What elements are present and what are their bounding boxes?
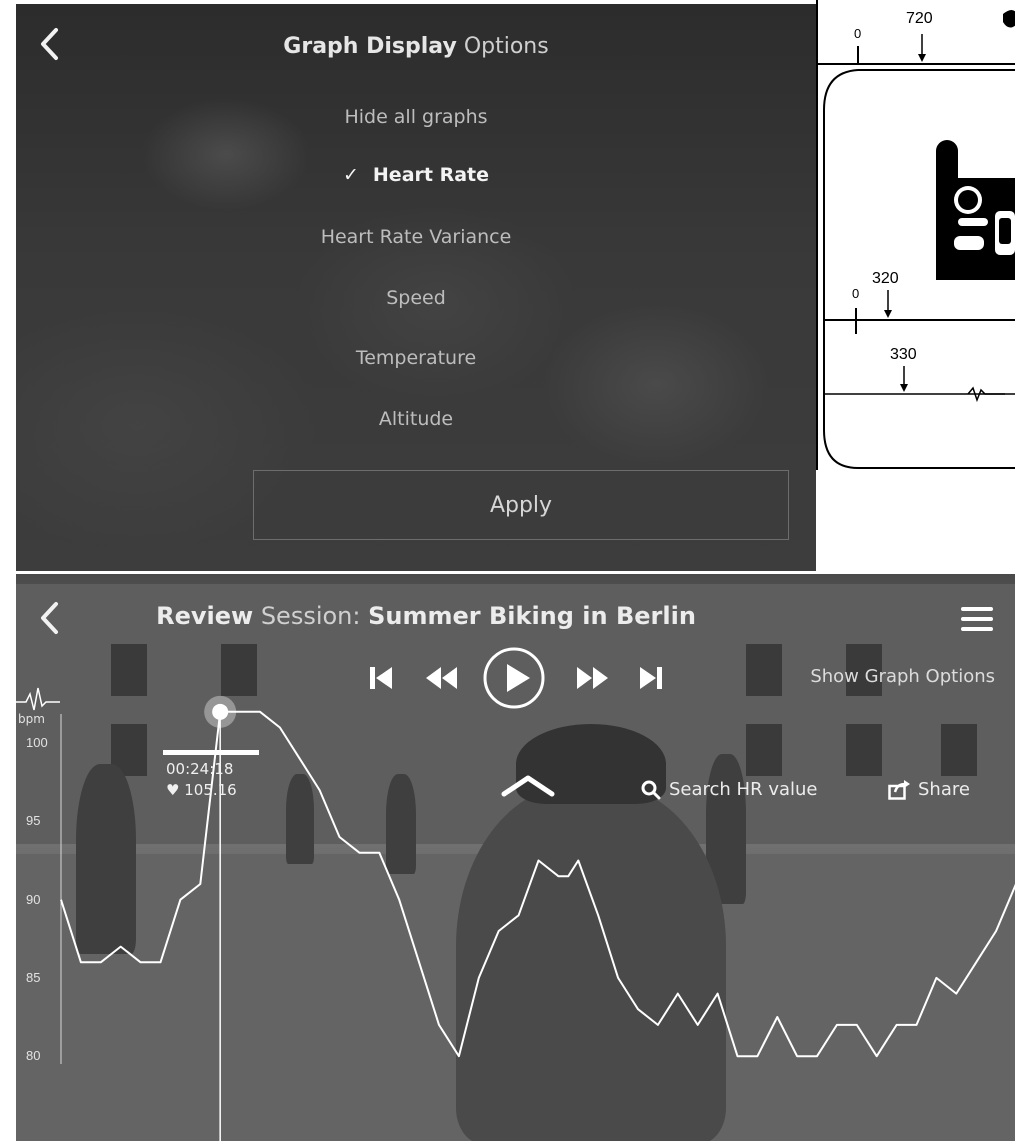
- apply-button[interactable]: Apply: [253, 470, 789, 540]
- option-hide-all-graphs[interactable]: Hide all graphs: [16, 106, 816, 128]
- heart-rate-chart[interactable]: [16, 574, 1015, 1141]
- share-label: Share: [918, 779, 970, 800]
- option-altitude[interactable]: Altitude: [16, 408, 816, 430]
- option-label: Hide all graphs: [344, 106, 488, 128]
- option-label: Heart Rate: [372, 164, 490, 186]
- option-label: Heart Rate Variance: [320, 226, 512, 248]
- ref-720: 720: [906, 10, 933, 27]
- ref-330: 330: [890, 346, 917, 363]
- figure-drawing: [818, 10, 1015, 469]
- ref-720-zero: 0: [854, 26, 862, 41]
- chevron-up-icon: [501, 775, 555, 797]
- graph-display-options-panel: Graph Display Options Hide all graphs ✓ H…: [16, 4, 816, 571]
- review-session-panel: Review Session: Summer Biking in Berlin: [16, 574, 1015, 1141]
- time-readout: 00:24:18: [166, 760, 234, 778]
- option-heart-rate[interactable]: ✓ Heart Rate: [16, 164, 816, 186]
- search-icon: [641, 780, 661, 799]
- ref-320: 320: [872, 270, 899, 287]
- heart-rate-readout: ♥ 105.16: [166, 781, 237, 799]
- title-bold: Graph Display: [283, 34, 457, 59]
- cursor-point[interactable]: [212, 703, 229, 720]
- option-speed[interactable]: Speed: [16, 287, 816, 309]
- check-icon: ✓: [342, 164, 359, 186]
- search-hr-button[interactable]: Search HR value: [641, 779, 818, 800]
- heart-rate-value: 105.16: [184, 781, 237, 799]
- option-label: Temperature: [355, 347, 477, 369]
- page-title: Graph Display Options: [16, 34, 816, 59]
- search-hr-label: Search HR value: [669, 779, 818, 800]
- option-heart-rate-variance[interactable]: Heart Rate Variance: [16, 226, 816, 248]
- patent-figure-fragment: 0 720 0 320 330: [816, 0, 1015, 470]
- heart-icon: ♥: [166, 781, 180, 799]
- scrub-position-bar[interactable]: [163, 750, 259, 755]
- option-temperature[interactable]: Temperature: [16, 347, 816, 369]
- ref-320-zero: 0: [852, 286, 860, 301]
- option-label: Altitude: [378, 408, 454, 430]
- option-label: Speed: [386, 287, 446, 309]
- expand-button[interactable]: [498, 770, 558, 804]
- share-icon: [888, 779, 910, 800]
- share-button[interactable]: Share: [888, 779, 970, 800]
- title-light: Options: [463, 34, 549, 59]
